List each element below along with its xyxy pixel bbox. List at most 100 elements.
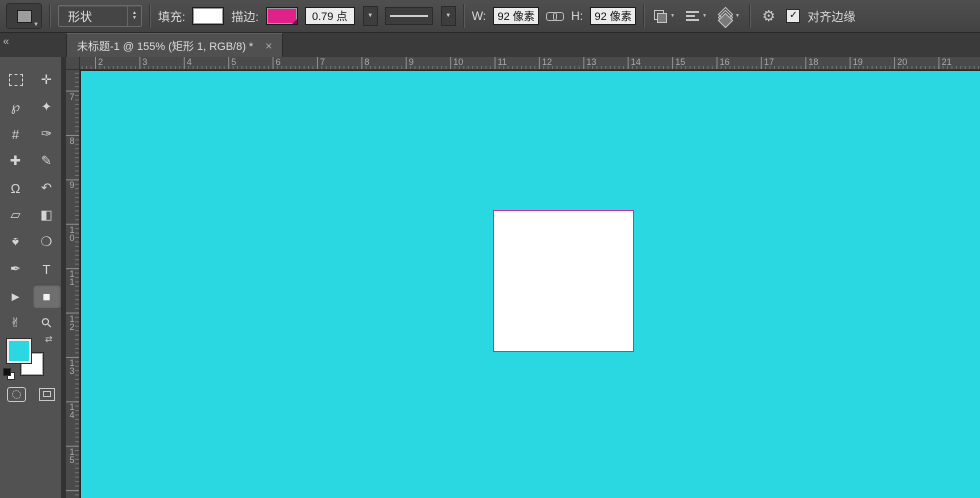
ruler-corner <box>66 57 80 70</box>
stroke-style-preview[interactable] <box>385 7 433 25</box>
gear-icon[interactable]: ⚙ <box>758 7 779 25</box>
separator <box>643 4 645 28</box>
lasso-tool-icon: ℘ <box>11 99 20 115</box>
eraser-tool-icon: ▱ <box>11 207 21 223</box>
path-alignment-icon <box>686 11 699 21</box>
dodge-tool[interactable]: ❍ <box>33 230 61 254</box>
brush-tool[interactable]: ✎ <box>33 149 61 173</box>
toolbar-bottom <box>0 387 62 402</box>
crop-tool[interactable]: # <box>2 122 30 146</box>
magic-wand-tool-icon: ✦ <box>41 99 52 115</box>
h-ruler-number: 12 <box>542 57 552 67</box>
canvas[interactable] <box>81 71 980 498</box>
gradient-tool[interactable]: ◧ <box>33 203 61 227</box>
rectangular-marquee-tool[interactable] <box>2 68 30 92</box>
document-tab[interactable]: 未标题-1 @ 155% (矩形 1, RGB/8) * × <box>66 33 283 57</box>
tool-mode-select[interactable]: 形状 ▲ ▼ <box>58 5 142 27</box>
type-tool-icon: T <box>43 262 51 277</box>
v-ruler-number: 8 <box>66 137 78 145</box>
type-tool[interactable]: T <box>33 257 61 281</box>
foreground-swatch[interactable] <box>7 339 31 363</box>
h-ruler-number: 3 <box>142 57 147 67</box>
v-ruler-number: 1 2 <box>66 315 78 331</box>
magic-wand-tool[interactable]: ✦ <box>33 95 61 119</box>
history-brush-tool[interactable]: ↶ <box>33 176 61 200</box>
clone-stamp-tool[interactable]: Ω <box>2 176 30 200</box>
vertical-ruler[interactable]: 7891 01 11 21 31 41 5 <box>66 70 80 498</box>
h-ruler-number: 7 <box>320 57 325 67</box>
horizontal-ruler[interactable]: 23456789101112131415161718192021 <box>80 57 980 70</box>
path-operations-icon <box>654 10 667 23</box>
pen-tool[interactable]: ✒ <box>2 257 30 281</box>
screen-mode-icon[interactable] <box>39 388 55 401</box>
height-label: H: <box>571 9 583 23</box>
h-ruler-number: 8 <box>364 57 369 67</box>
separator <box>149 4 151 28</box>
chevron-down-icon: ▼ <box>33 22 39 28</box>
chevron-down-icon: ▼ <box>670 13 675 19</box>
align-edges-label: 对齐边缘 <box>807 8 855 25</box>
h-ruler-number: 11 <box>498 57 507 67</box>
h-ruler-number: 6 <box>276 57 281 67</box>
tools-panel: ✛ ℘ ✦ # ✑ ✚✎ Ω ↶ ▱ ◧ ♠❍ ✒ T ►■ ✌ ⚲ ⇄ <box>0 57 62 498</box>
eyedropper-tool[interactable]: ✑ <box>33 122 61 146</box>
crop-tool-icon: # <box>12 127 19 142</box>
pen-tool-icon: ✒ <box>10 261 21 277</box>
move-tool[interactable]: ✛ <box>33 68 61 92</box>
healing-brush-tool[interactable]: ✚ <box>2 149 30 173</box>
h-ruler-number: 19 <box>853 57 863 67</box>
hand-tool-icon: ✌ <box>10 315 21 331</box>
path-arrangement-button[interactable]: ▼ <box>716 5 742 27</box>
h-ruler-number: 2 <box>98 57 103 67</box>
move-tool-icon: ✛ <box>41 72 52 88</box>
shape-rect[interactable] <box>493 210 634 352</box>
lasso-tool[interactable]: ℘ <box>2 95 30 119</box>
width-input[interactable]: 92 像素 <box>493 7 539 25</box>
fill-swatch[interactable] <box>192 7 224 25</box>
h-ruler-number: 17 <box>764 57 774 67</box>
width-label: W: <box>472 9 486 23</box>
eyedropper-tool-icon: ✑ <box>41 126 52 142</box>
align-edges-checkbox[interactable]: ✓ <box>786 9 800 23</box>
zoom-tool-icon: ⚲ <box>37 314 55 332</box>
quick-mask-icon[interactable] <box>7 387 26 402</box>
tool-grid: ✛ ℘ ✦ # ✑ ✚✎ Ω ↶ ▱ ◧ ♠❍ ✒ T ►■ ✌ ⚲ <box>0 57 61 335</box>
h-ruler-number: 21 <box>942 57 952 67</box>
h-ruler-number: 16 <box>720 57 730 67</box>
close-icon[interactable]: × <box>265 39 272 53</box>
stroke-width-input[interactable]: 0.79 点 <box>305 7 355 25</box>
spinner-arrows-icon[interactable]: ▲ ▼ <box>127 6 141 26</box>
fill-label: 填充: <box>158 8 185 25</box>
link-dimensions-icon[interactable] <box>546 11 564 21</box>
path-selection-tool[interactable]: ► <box>2 284 30 308</box>
zoom-tool[interactable]: ⚲ <box>33 311 61 335</box>
stroke-style-dropdown-button[interactable]: ▼ <box>441 6 456 26</box>
h-ruler-number: 5 <box>231 57 236 67</box>
color-swatches: ⇄ <box>7 337 57 379</box>
swap-colors-icon[interactable]: ⇄ <box>45 334 53 345</box>
hand-tool[interactable]: ✌ <box>2 311 30 335</box>
height-input[interactable]: 92 像素 <box>590 7 636 25</box>
clone-stamp-tool-icon: Ω <box>11 181 21 196</box>
default-colors-icon[interactable] <box>3 368 15 380</box>
rectangle-tool[interactable]: ■ <box>33 284 61 308</box>
stroke-width-dropdown-button[interactable]: ▼ <box>363 6 378 26</box>
path-alignment-button[interactable]: ▼ <box>684 5 709 27</box>
options-bar: ▼ 形状 ▲ ▼ 填充: 描边: 0.79 点 ▼ ▼ W: 92 像素 H: … <box>0 0 980 33</box>
h-ruler-number: 13 <box>586 57 596 67</box>
h-ruler-number: 18 <box>808 57 818 67</box>
separator <box>49 4 51 28</box>
h-ruler-number: 10 <box>453 57 463 67</box>
blur-tool[interactable]: ♠ <box>2 230 30 254</box>
eraser-tool[interactable]: ▱ <box>2 203 30 227</box>
gradient-tool-icon: ◧ <box>40 207 52 223</box>
path-operations-button[interactable]: ▼ <box>652 5 677 27</box>
v-ruler-number: 1 4 <box>66 403 78 419</box>
h-ruler-number: 9 <box>409 57 414 67</box>
v-ruler-number: 7 <box>66 93 78 101</box>
tool-preset-picker[interactable]: ▼ <box>6 3 42 29</box>
stroke-swatch[interactable] <box>266 7 298 25</box>
h-ruler-number: 15 <box>675 57 685 67</box>
collapse-panel-icon[interactable]: « <box>3 36 9 48</box>
chevron-down-icon: ▼ <box>702 13 707 19</box>
